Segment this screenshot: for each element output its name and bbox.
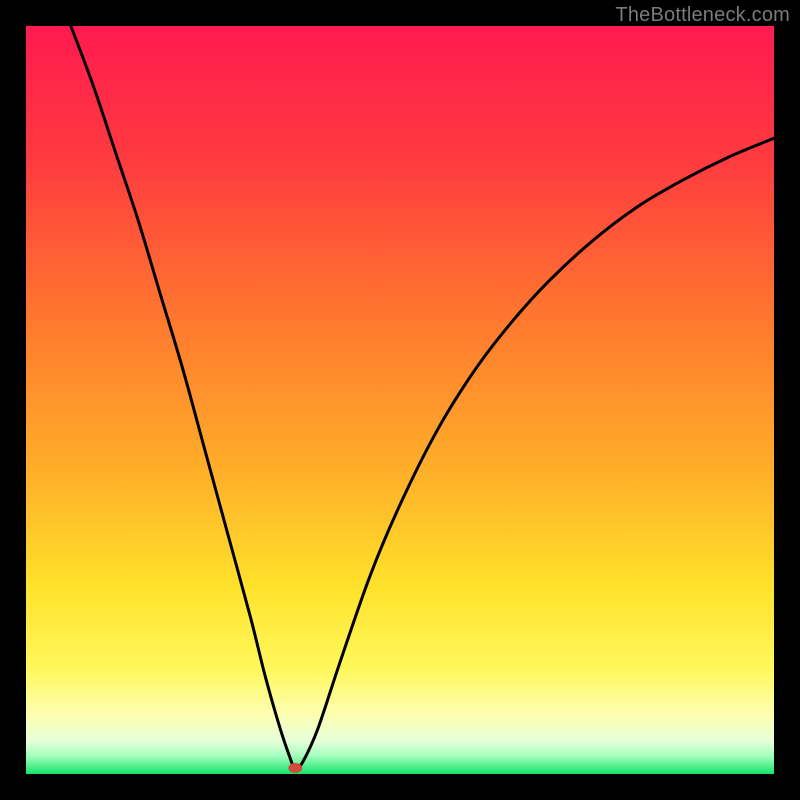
- outer-frame: TheBottleneck.com: [0, 0, 800, 800]
- plot-area: [26, 26, 774, 774]
- curve-left-branch: [71, 26, 295, 770]
- curve-right-branch: [295, 138, 774, 770]
- optimum-marker: [288, 763, 302, 773]
- curve-svg: [26, 26, 774, 774]
- watermark-text: TheBottleneck.com: [615, 4, 790, 27]
